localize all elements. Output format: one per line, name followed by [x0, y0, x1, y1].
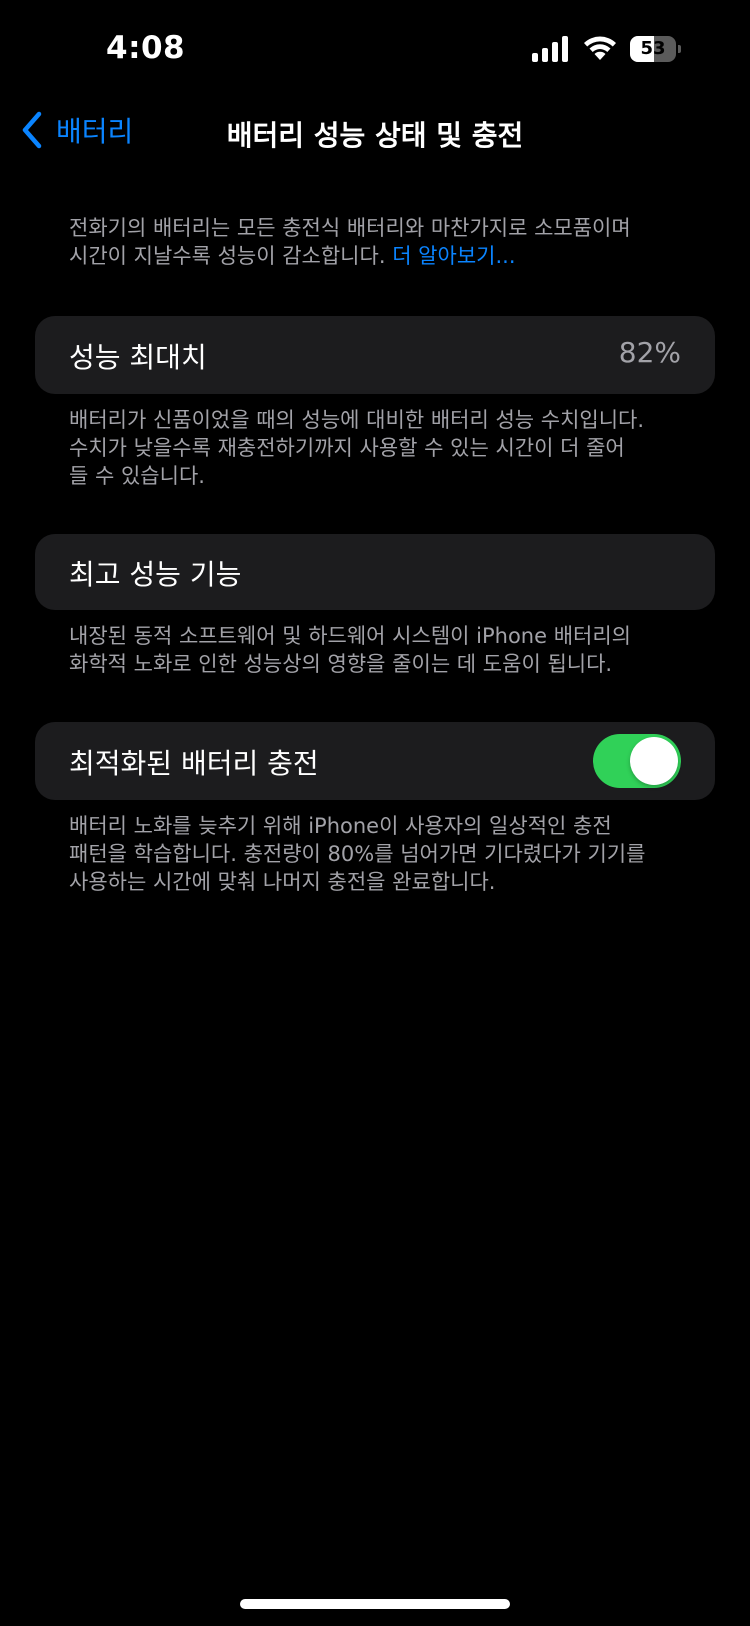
status-bar: 4:08 53	[0, 0, 750, 100]
optimized-charging-description: 배터리 노화를 늦추기 위해 iPhone이 사용자의 일상적인 충전 패턴을 …	[69, 812, 681, 896]
intro-text-line2-main: 시간이 지날수록 성능이 감소합니다.	[69, 244, 393, 268]
max-capacity-desc-line1: 배터리가 신품이었을 때의 성능에 대비한 배터리 성능 수치입니다.	[69, 408, 645, 432]
peak-performance-label: 최고 성능 기능	[69, 558, 242, 591]
wifi-icon	[584, 36, 616, 60]
status-time: 4:08	[106, 30, 186, 66]
max-capacity-desc-line2: 수치가 낮을수록 재충전하기까지 사용할 수 있는 시간이 더 줄어	[69, 436, 625, 460]
optimized-charging-desc-line2: 패턴을 학습합니다. 충전량이 80%를 넘어가면 기다렸다가 기기를	[69, 842, 646, 866]
max-capacity-value: 82%	[618, 336, 681, 369]
toggle-knob	[630, 737, 678, 785]
battery-percent: 53	[640, 38, 666, 59]
max-capacity-row: 성능 최대치 82%	[35, 316, 715, 394]
navigation-bar: 배터리 배터리 성능 상태 및 충전	[0, 100, 750, 164]
intro-description: 전화기의 배터리는 모든 충전식 배터리와 마찬가지로 소모품이며 시간이 지날…	[69, 214, 681, 270]
optimized-charging-desc-line1: 배터리 노화를 늦추기 위해 iPhone이 사용자의 일상적인 충전	[69, 814, 612, 838]
signal-icon	[532, 36, 568, 62]
optimized-charging-desc-line3: 사용하는 시간에 맞춰 나머지 충전을 완료합니다.	[69, 870, 496, 894]
learn-more-link[interactable]: 더 알아보기...	[392, 244, 515, 268]
battery-icon: 53	[630, 36, 682, 62]
optimized-charging-row: 최적화된 배터리 충전	[35, 722, 715, 800]
page-title: 배터리 성능 상태 및 충전	[226, 119, 524, 152]
peak-performance-desc-line2: 화학적 노화로 인한 성능상의 영향을 줄이는 데 도움이 됩니다.	[69, 652, 613, 676]
max-capacity-desc-line3: 들 수 있습니다.	[69, 464, 205, 488]
intro-text-line1: 전화기의 배터리는 모든 충전식 배터리와 마찬가지로 소모품이며	[69, 216, 631, 240]
peak-performance-description: 내장된 동적 소프트웨어 및 하드웨어 시스템이 iPhone 배터리의 화학적…	[69, 622, 681, 678]
optimized-charging-toggle[interactable]	[593, 734, 681, 788]
home-indicator[interactable]	[240, 1599, 510, 1609]
optimized-charging-label: 최적화된 배터리 충전	[69, 747, 319, 780]
peak-performance-row[interactable]: 최고 성능 기능	[35, 534, 715, 610]
peak-performance-desc-line1: 내장된 동적 소프트웨어 및 하드웨어 시스템이 iPhone 배터리의	[69, 624, 631, 648]
max-capacity-label: 성능 최대치	[69, 341, 207, 374]
intro-text-line2: 시간이 지날수록 성능이 감소합니다. 더 알아보기...	[69, 242, 681, 270]
max-capacity-description: 배터리가 신품이었을 때의 성능에 대비한 배터리 성능 수치입니다. 수치가 …	[69, 406, 681, 490]
